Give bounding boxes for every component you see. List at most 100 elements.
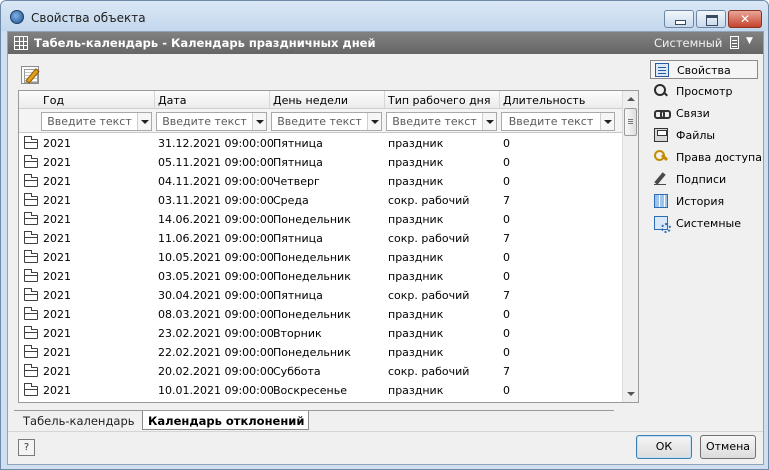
table-row[interactable]: 2021 31.12.2021 09:00:00 Пятница праздник 0 [19,134,622,153]
object-header: Табель-календарь - Календарь праздничных… [8,32,763,54]
cell-year: 2021 [43,251,71,264]
scroll-up-button[interactable] [623,91,638,107]
cell-year: 2021 [43,346,71,359]
table-row[interactable]: 2021 08.03.2021 09:00:00 Понедельник праздн… [19,305,622,324]
tab-deviations-calendar[interactable]: Календарь отклонений [142,411,309,430]
table-row[interactable]: 2021 05.11.2021 09:00:00 Пятница праздник 0 [19,153,622,172]
dialog-body: Табель-календарь - Календарь праздничных… [7,31,764,465]
scroll-thumb[interactable] [624,108,637,136]
ok-button[interactable]: ОК [636,435,692,459]
cell-date: 22.02.2021 09:00:00 [158,346,274,359]
side-item-pen[interactable]: Подписи [650,170,758,189]
filter-day-type-input[interactable] [387,113,496,130]
document-icon[interactable] [730,36,739,49]
folder-icon [24,174,38,187]
maximize-button[interactable] [696,10,726,28]
side-item-label: Системные [676,217,741,230]
cell-day-type: праздник [388,308,444,321]
table-row[interactable]: 2021 03.11.2021 09:00:00 Среда сокр. рабочи… [19,191,622,210]
cell-year: 2021 [43,384,71,397]
cell-weekday: Воскресенье [273,384,347,397]
side-item-properties[interactable]: Свойства [650,60,758,79]
filter-dropdown-button[interactable] [367,113,381,130]
cell-weekday: Вторник [273,327,322,340]
cell-date: 30.04.2021 09:00:00 [158,289,274,302]
window-title: Свойства объекта [31,11,146,25]
cancel-button[interactable]: Отмена [700,435,756,459]
table-row[interactable]: 2021 20.02.2021 09:00:00 Суббота сокр. рабо… [19,362,622,381]
filter-day-type [386,112,497,131]
side-item-history[interactable]: История [650,192,758,211]
table-row[interactable]: 2021 03.05.2021 09:00:00 Понедельник праздн… [19,267,622,286]
side-item-label: История [676,195,725,208]
cell-duration: 7 [503,194,510,207]
folder-icon [24,288,38,301]
filter-dropdown-button[interactable] [252,113,266,130]
cell-year: 2021 [43,137,71,150]
table-row[interactable]: 2021 14.06.2021 09:00:00 Понедельник праздн… [19,210,622,229]
column-header-weekday[interactable]: День недели [273,94,348,107]
table-row[interactable]: 2021 10.01.2021 09:00:00 Воскресенье праздн… [19,381,622,400]
filter-year-input[interactable] [42,113,151,130]
link-icon [654,106,671,120]
cell-weekday: Пятница [273,232,323,245]
properties-window: Свойства объекта Табель-календарь - Кале… [0,0,769,470]
column-header-duration[interactable]: Длительность [503,94,585,107]
minimize-button[interactable] [664,10,694,28]
side-item-key[interactable]: Права доступа [650,148,762,167]
vertical-scrollbar[interactable] [622,91,638,402]
cell-year: 2021 [43,156,71,169]
edit-button[interactable] [21,66,39,84]
close-button[interactable] [728,10,762,28]
filter-dropdown-button[interactable] [600,113,614,130]
cell-day-type: праздник [388,346,444,359]
cell-weekday: Пятница [273,156,323,169]
cell-duration: 0 [503,175,510,188]
side-item-label: Просмотр [676,85,733,98]
side-item-system[interactable]: Системные [650,214,758,233]
filter-weekday-input[interactable] [272,113,381,130]
column-header-date[interactable]: Дата [158,94,186,107]
folder-icon [24,326,38,339]
side-item-magnifier[interactable]: Просмотр [650,82,758,101]
table-row[interactable]: 2021 11.06.2021 09:00:00 Пятница сокр. рабо… [19,229,622,248]
side-item-link[interactable]: Связи [650,104,758,123]
filter-dropdown-button[interactable] [482,113,496,130]
table-row[interactable]: 2021 22.02.2021 09:00:00 Понедельник праздн… [19,343,622,362]
system-icon [654,216,671,233]
title-bar[interactable]: Свойства объекта [1,1,768,31]
properties-icon [655,63,669,77]
table-row[interactable]: 2021 30.04.2021 09:00:00 Пятница сокр. рабо… [19,286,622,305]
table-row[interactable]: 2021 23.02.2021 09:00:00 Вторник праздник 0 [19,324,622,343]
cell-year: 2021 [43,308,71,321]
pen-icon [654,172,668,186]
cell-duration: 0 [503,213,510,226]
cell-date: 03.05.2021 09:00:00 [158,270,274,283]
cell-year: 2021 [43,194,71,207]
cell-duration: 0 [503,308,510,321]
cell-day-type: праздник [388,175,444,188]
folder-icon [24,231,38,244]
folder-icon [24,345,38,358]
cell-duration: 0 [503,346,510,359]
table-row[interactable]: 2021 10.05.2021 09:00:00 Понедельник праздн… [19,248,622,267]
scroll-down-button[interactable] [623,386,638,402]
cell-year: 2021 [43,175,71,188]
column-header-day-type[interactable]: Тип рабочего дня [388,94,490,107]
bottom-tabs: Табель-календарь Календарь отклонений [14,410,614,430]
side-item-files[interactable]: Файлы [650,126,758,145]
side-item-label: Права доступа [676,151,762,164]
filter-date-input[interactable] [157,113,266,130]
chevron-down-icon[interactable]: ▼ [746,36,753,46]
app-icon [10,10,24,24]
help-button[interactable]: ? [18,439,35,456]
filter-duration-input[interactable] [502,113,614,130]
cell-year: 2021 [43,232,71,245]
table-row[interactable]: 2021 04.11.2021 09:00:00 Четверг праздник 0 [19,172,622,191]
tab-timesheet-calendar[interactable]: Табель-календарь [23,411,141,430]
filter-dropdown-button[interactable] [137,113,151,130]
cell-duration: 7 [503,365,510,378]
folder-icon [24,364,38,377]
cell-weekday: Пятница [273,137,323,150]
column-header-year[interactable]: Год [43,94,64,107]
